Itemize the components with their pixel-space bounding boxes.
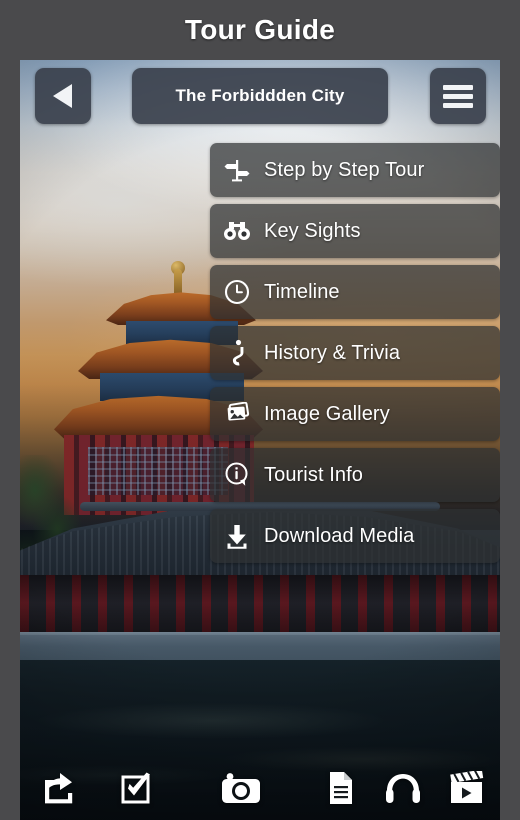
signpost-icon [210, 143, 264, 197]
menu-item-label: Step by Step Tour [264, 158, 425, 181]
top-navigation-bar: The Forbiddden City [20, 60, 500, 132]
clapperboard-icon [450, 770, 484, 803]
hamburger-icon-bar-2 [443, 94, 473, 99]
photo-stack-icon [210, 387, 264, 441]
place-title-pill[interactable]: The Forbiddden City [132, 68, 388, 124]
menu-item-tourist-info[interactable]: Tourist Info [210, 448, 500, 502]
hamburger-icon [443, 85, 473, 90]
binoculars-icon [210, 204, 264, 258]
app-root: Tour Guide The Forbiddden City Step by S… [0, 0, 520, 820]
menu-item-label: Download Media [264, 524, 415, 547]
download-arrow-icon [210, 509, 264, 563]
menu-item-label: Timeline [264, 280, 340, 303]
clock-icon [210, 265, 264, 319]
toolbar-button-document[interactable] [310, 755, 372, 820]
checkbox-check-icon [121, 772, 150, 803]
back-button[interactable] [35, 68, 91, 124]
menu-button[interactable] [430, 68, 486, 124]
page-title: Tour Guide [184, 14, 336, 45]
menu-item-label: History & Trivia [264, 341, 401, 364]
headphones-icon [386, 773, 420, 803]
bottom-toolbar [20, 755, 500, 820]
menu-item-download-media[interactable]: Download Media [210, 509, 500, 563]
menu-item-history-trivia[interactable]: History & Trivia [210, 326, 500, 380]
toolbar-button-camera[interactable] [198, 755, 284, 820]
back-triangle-icon [53, 84, 72, 108]
toolbar-button-audio[interactable] [372, 755, 434, 820]
document-icon [330, 771, 352, 804]
menu-item-key-sights[interactable]: Key Sights [210, 204, 500, 258]
menu-item-label: Image Gallery [264, 402, 390, 425]
menu-item-label: Tourist Info [264, 463, 364, 486]
menu-item-image-gallery[interactable]: Image Gallery [210, 387, 500, 441]
menu-item-label: Key Sights [264, 219, 361, 242]
hamburger-icon-bar-3 [443, 103, 473, 108]
inverted-question-mark-icon [210, 326, 264, 380]
camera-icon [222, 772, 260, 803]
toolbar-button-share[interactable] [20, 755, 102, 820]
menu-item-step-by-step-tour[interactable]: Step by Step Tour [210, 143, 500, 197]
info-bubble-icon [210, 448, 264, 502]
toolbar-button-video[interactable] [434, 755, 500, 820]
phone-viewport: The Forbiddden City Step by Step Tour Ke… [20, 60, 500, 820]
share-icon [45, 772, 73, 803]
place-title-label: The Forbiddden City [175, 86, 345, 105]
toolbar-button-checklist[interactable] [102, 755, 172, 820]
main-menu-list: Step by Step Tour Key Sights Timeline Hi… [210, 143, 500, 570]
menu-item-timeline[interactable]: Timeline [210, 265, 500, 319]
